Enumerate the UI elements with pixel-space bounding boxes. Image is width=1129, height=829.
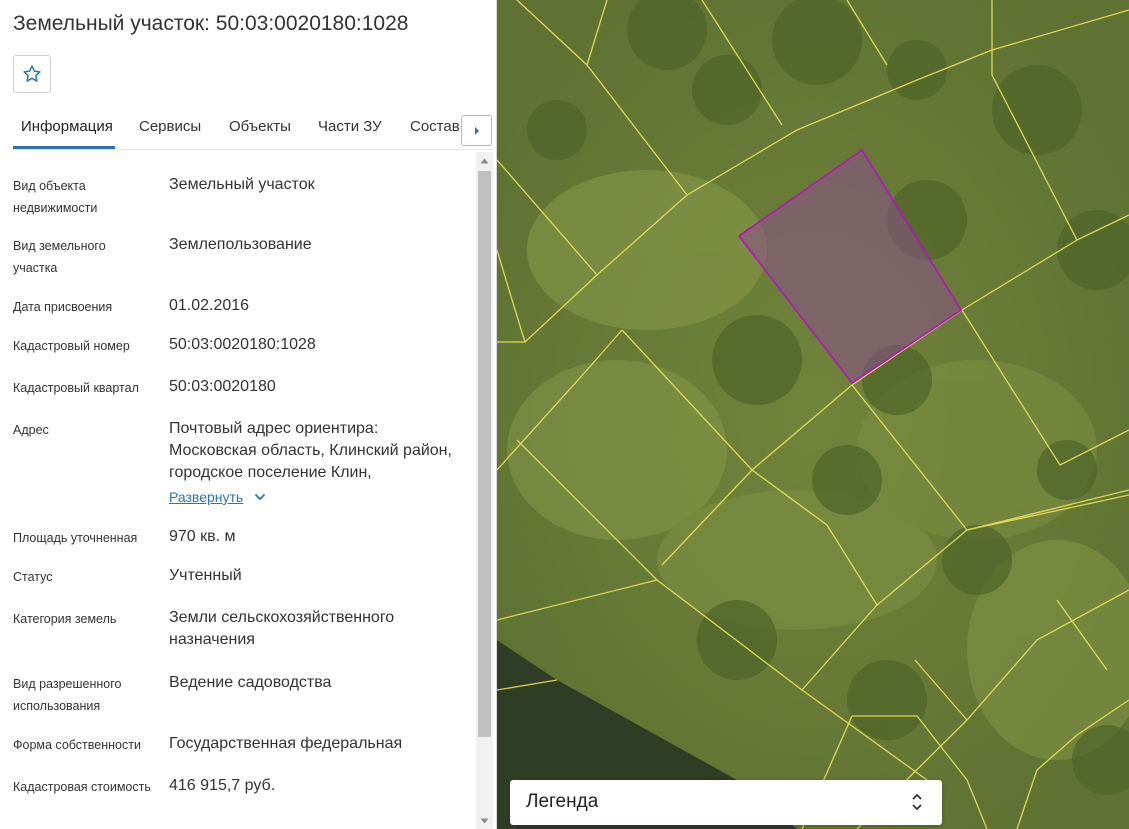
value-cadastral-value: 416 915,7 руб. — [169, 777, 276, 794]
triangle-down-icon — [480, 818, 489, 823]
info-panel: Земельный участок: 50:03:0020180:1028 Ин… — [0, 0, 497, 829]
tab-composition[interactable]: Состав — [410, 118, 460, 135]
value-status: Учтенный — [169, 567, 242, 584]
label-status: Статус — [13, 570, 53, 584]
label-cadastral-number: Кадастровый номер — [13, 339, 130, 353]
label-ownership: Форма собственности — [13, 738, 141, 752]
tab-services[interactable]: Сервисы — [139, 118, 201, 135]
label-land-category: Категория земель — [13, 612, 117, 626]
star-icon — [23, 65, 41, 82]
page-title: Земельный участок: 50:03:0020180:1028 — [13, 12, 409, 35]
value-land-category: Земли сельскохозяйственного назначения — [169, 609, 395, 648]
value-object-type: Земельный участок — [169, 176, 315, 193]
value-permitted-use: Ведение садоводства — [169, 674, 332, 691]
value-ownership: Государственная федеральная — [169, 735, 403, 752]
info-list: Вид объекта недвижимости Земельный участ… — [0, 152, 475, 829]
tab-bar: Информация Сервисы Объекты Части ЗУ Сост… — [13, 107, 493, 150]
tabs-next-button[interactable] — [461, 115, 492, 146]
label-object-type: Вид объекта недвижимости — [13, 179, 98, 215]
up-down-arrows-icon[interactable] — [910, 791, 924, 813]
satellite-map[interactable] — [497, 0, 1129, 829]
label-cadastral-value: Кадастровая стоимость — [13, 780, 151, 794]
chevron-right-icon — [474, 126, 479, 135]
info-scrollbar[interactable] — [476, 152, 493, 829]
legend-dropdown[interactable]: Легенда — [510, 780, 942, 825]
triangle-up-icon — [480, 158, 489, 163]
map-canvas[interactable] — [497, 0, 1129, 829]
label-cadastral-quarter: Кадастровый квартал — [13, 381, 139, 395]
legend-label: Легенда — [526, 791, 599, 812]
value-land-type: Землепользование — [169, 236, 312, 253]
scroll-thumb[interactable] — [478, 171, 491, 737]
value-cadastral-number: 50:03:0020180:1028 — [169, 336, 316, 353]
tab-information[interactable]: Информация — [21, 118, 113, 135]
label-address: Адрес — [13, 423, 49, 437]
value-area: 970 кв. м — [169, 528, 236, 545]
expand-link[interactable]: Развернуть — [169, 489, 243, 505]
label-area: Площадь уточненная — [13, 531, 138, 545]
value-address: Почтовый адрес ориентира: Московская обл… — [169, 420, 452, 481]
scroll-up-button[interactable] — [476, 152, 493, 169]
tab-parts[interactable]: Части ЗУ — [318, 118, 382, 135]
label-permitted-use: Вид разрешенного использования — [13, 677, 122, 713]
chevron-down-icon[interactable] — [254, 493, 266, 501]
active-tab-indicator — [13, 146, 115, 149]
expand-control[interactable]: Развернуть — [169, 489, 266, 505]
label-land-type: Вид земельного участка — [13, 239, 106, 275]
tab-objects[interactable]: Объекты — [229, 118, 291, 135]
label-assign-date: Дата присвоения — [13, 300, 113, 314]
favorite-button[interactable] — [13, 55, 51, 93]
value-cadastral-quarter: 50:03:0020180 — [169, 378, 276, 395]
scroll-down-button[interactable] — [476, 812, 493, 829]
value-assign-date: 01.02.2016 — [169, 297, 250, 314]
